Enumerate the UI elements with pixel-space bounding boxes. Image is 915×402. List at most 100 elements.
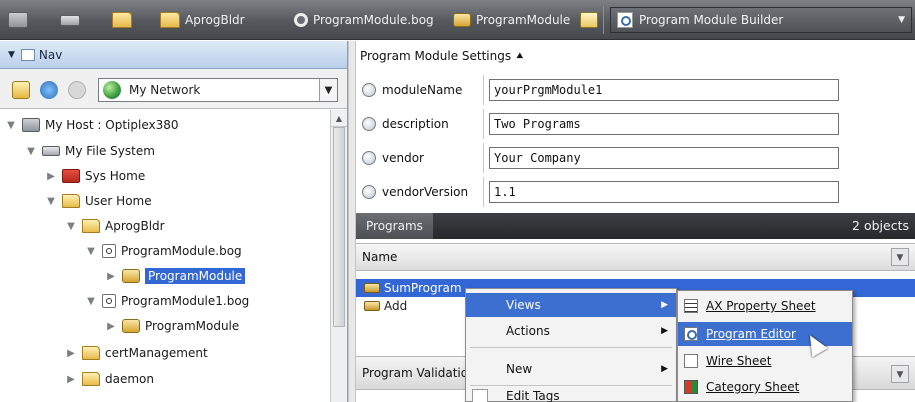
category-sheet-icon bbox=[684, 380, 698, 394]
chevron-down-icon[interactable]: ▼ bbox=[8, 50, 15, 60]
list-icon bbox=[20, 48, 35, 61]
validation-label: Program Validatio bbox=[362, 366, 469, 380]
property-row-modulename: moduleName yourPrgmModule1 bbox=[356, 75, 915, 105]
tree-item-label: ProgramModule1.bog bbox=[121, 294, 250, 308]
network-select[interactable]: My Network ▼ bbox=[98, 78, 338, 102]
vendor-field[interactable]: Your Company bbox=[489, 147, 839, 169]
menu-item-program-editor[interactable]: Program Editor bbox=[678, 322, 852, 346]
nav-header[interactable]: ▼ Nav bbox=[0, 41, 347, 69]
user-home-button[interactable] bbox=[112, 8, 137, 32]
property-row-vendorversion: vendorVersion 1.1 bbox=[356, 177, 915, 207]
property-sheet-icon bbox=[684, 299, 698, 313]
settings-title-text: Program Module Settings bbox=[360, 49, 512, 63]
chevron-down-icon[interactable]: ▼ bbox=[891, 248, 909, 266]
chevron-down-icon[interactable]: ▼ bbox=[319, 79, 337, 101]
tree-item-programmodule-bog[interactable]: ▼ ProgramModule.bog bbox=[84, 240, 242, 262]
crumb-programmodule-bog[interactable]: ProgramModule.bog bbox=[294, 8, 434, 32]
tree-item-programmodule1-bog[interactable]: ▼ ProgramModule1.bog bbox=[84, 290, 249, 312]
tree-item-host[interactable]: ▼ My Host : Optiplex380 bbox=[4, 114, 179, 136]
collapse-icon[interactable]: ▼ bbox=[4, 120, 18, 131]
close-icon[interactable] bbox=[68, 81, 86, 99]
scroll-up-icon[interactable]: ▲ bbox=[331, 110, 347, 127]
scrollbar-thumb[interactable] bbox=[333, 127, 345, 327]
folder-icon bbox=[82, 346, 100, 360]
collapse-icon[interactable]: ▼ bbox=[24, 146, 38, 157]
menu-item-new[interactable]: New ▶ bbox=[466, 357, 676, 381]
drive-icon bbox=[60, 14, 80, 26]
collapse-icon[interactable]: ▼ bbox=[44, 196, 58, 207]
property-label: vendor bbox=[356, 143, 484, 173]
menu-item-actions[interactable]: Actions ▶ bbox=[466, 319, 676, 343]
tree-item-label: My Host : Optiplex380 bbox=[45, 118, 179, 132]
menu-item-ax-property-sheet[interactable]: AX Property Sheet bbox=[678, 294, 852, 318]
expand-icon[interactable]: ▶ bbox=[44, 171, 58, 182]
row-label: SumProgram bbox=[384, 281, 462, 295]
menu-item-label: Program Editor bbox=[706, 327, 796, 341]
tree-item-daemon[interactable]: ▶ daemon bbox=[64, 368, 154, 390]
tab-programs[interactable]: Programs bbox=[356, 213, 433, 239]
menu-item-label: New bbox=[506, 362, 533, 376]
tree-item-user-home[interactable]: ▼ User Home bbox=[44, 190, 152, 212]
program-icon bbox=[364, 283, 380, 293]
drive-icon bbox=[42, 146, 60, 156]
refresh-icon[interactable] bbox=[40, 81, 58, 99]
tree-item-file-system[interactable]: ▼ My File System bbox=[24, 140, 155, 162]
tree-item-programmodule-2[interactable]: ▶ ProgramModule bbox=[104, 315, 239, 337]
crumb-programmodule[interactable]: ProgramModule bbox=[453, 8, 570, 32]
program-editor-icon bbox=[617, 12, 633, 28]
nav-tree: ▼ My Host : Optiplex380 ▼ My File System… bbox=[0, 110, 330, 402]
chevron-down-icon: ▼ bbox=[898, 15, 905, 25]
host-icon bbox=[8, 12, 28, 28]
menu-item-edit-tags[interactable]: Edit Tags bbox=[466, 389, 676, 402]
menu-item-category-sheet[interactable]: Category Sheet bbox=[678, 375, 852, 399]
property-name: vendor bbox=[382, 151, 424, 165]
top-toolbar: AprogBldr ProgramModule.bog ProgramModul… bbox=[0, 0, 915, 40]
crumb-label: AprogBldr bbox=[185, 13, 245, 27]
expand-icon[interactable]: ▶ bbox=[104, 321, 118, 332]
tree-item-aprogbldr[interactable]: ▼ AprogBldr bbox=[64, 215, 165, 237]
edit-notes-button[interactable] bbox=[580, 8, 603, 32]
view-selector-dropdown[interactable]: Program Module Builder ▼ bbox=[610, 7, 912, 33]
menu-item-label: AX Property Sheet bbox=[706, 299, 816, 313]
property-label: vendorVersion bbox=[356, 177, 484, 207]
bog-file-icon bbox=[102, 294, 116, 308]
vendorversion-field[interactable]: 1.1 bbox=[489, 181, 839, 203]
column-header-name[interactable]: Name ▼ bbox=[356, 243, 915, 271]
modulename-field[interactable]: yourPrgmModule1 bbox=[489, 79, 839, 101]
tree-item-label: Sys Home bbox=[85, 169, 146, 183]
collapse-icon[interactable]: ▼ bbox=[84, 296, 98, 307]
chevron-down-icon[interactable]: ▼ bbox=[891, 365, 909, 383]
file-system-button[interactable] bbox=[60, 8, 85, 32]
menu-item-views[interactable]: Views ▶ bbox=[466, 293, 676, 317]
nav-scrollbar[interactable]: ▲ bbox=[330, 110, 347, 402]
expand-icon[interactable]: ▶ bbox=[64, 348, 78, 359]
tree-item-certmanagement[interactable]: ▶ certManagement bbox=[64, 342, 208, 364]
expand-icon[interactable]: ▶ bbox=[64, 374, 78, 385]
globe-icon bbox=[103, 81, 121, 99]
host-button[interactable] bbox=[8, 8, 33, 32]
folder-icon bbox=[112, 12, 132, 28]
folder-icon bbox=[160, 12, 180, 28]
submenu-arrow-icon: ▶ bbox=[661, 300, 668, 310]
view-selector-label: Program Module Builder bbox=[639, 13, 784, 27]
crumb-aprogbldr[interactable]: AprogBldr bbox=[160, 8, 245, 32]
property-slot-icon bbox=[362, 185, 376, 199]
description-field[interactable]: Two Programs bbox=[489, 113, 839, 135]
tree-item-label: certManagement bbox=[105, 346, 208, 360]
tree-item-label: ProgramModule bbox=[145, 319, 240, 333]
pane-splitter[interactable] bbox=[348, 41, 356, 402]
collapse-icon[interactable]: ▼ bbox=[84, 246, 98, 257]
menu-item-wire-sheet[interactable]: Wire Sheet bbox=[678, 349, 852, 373]
menu-separator bbox=[470, 385, 672, 386]
tree-item-sys-home[interactable]: ▶ Sys Home bbox=[44, 165, 145, 187]
tree-item-programmodule-selected[interactable]: ▶ ProgramModule bbox=[104, 265, 246, 287]
expand-icon[interactable]: ▶ bbox=[104, 271, 118, 282]
folder-icon bbox=[82, 372, 100, 386]
tree-item-label: My File System bbox=[65, 144, 155, 158]
property-slot-icon bbox=[362, 83, 376, 97]
open-folder-icon[interactable] bbox=[12, 81, 30, 99]
property-label: moduleName bbox=[356, 75, 484, 105]
tree-item-label: AprogBldr bbox=[105, 219, 165, 233]
collapse-icon[interactable]: ▼ bbox=[64, 221, 78, 232]
pin-icon[interactable]: ⯅ bbox=[515, 49, 525, 63]
